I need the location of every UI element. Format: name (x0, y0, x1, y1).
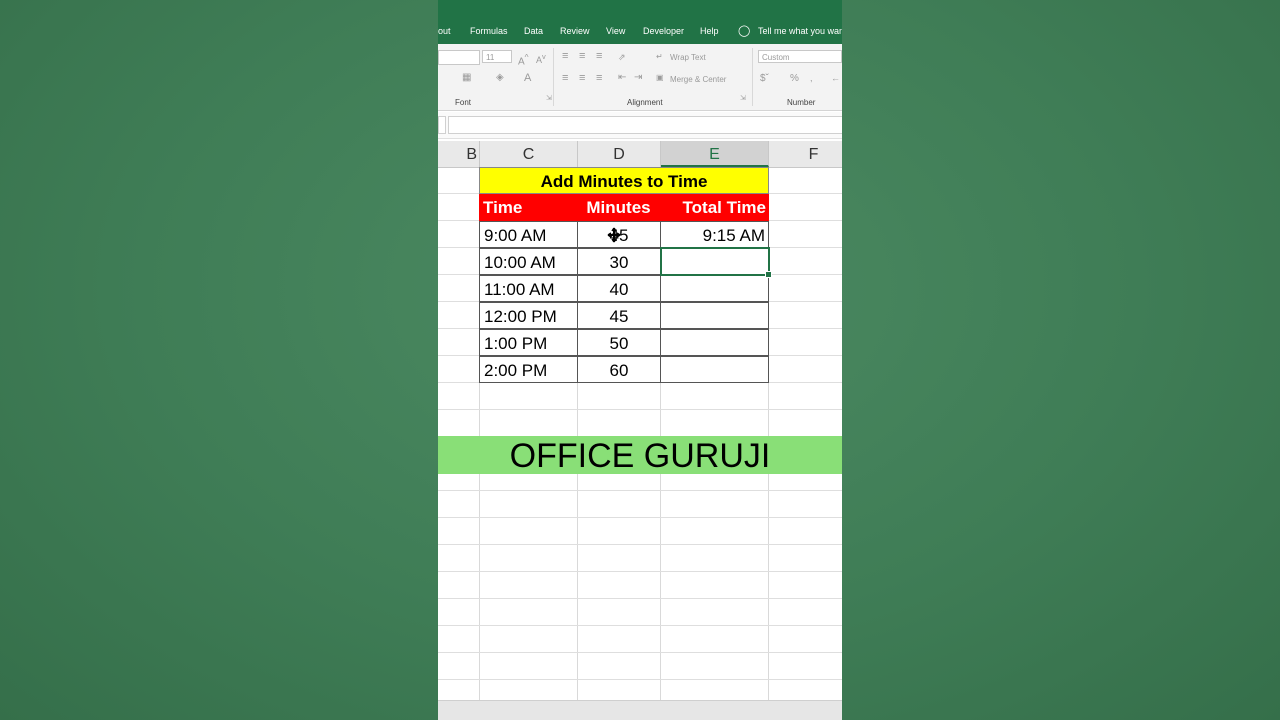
gridline (438, 517, 842, 518)
column-header-c[interactable]: C (480, 141, 578, 167)
increase-indent-icon[interactable]: ⇥ (634, 72, 642, 83)
table-cell-total[interactable] (660, 275, 769, 302)
gridline (438, 679, 842, 680)
column-header-b[interactable]: B (438, 141, 480, 167)
number-format-dropdown[interactable]: Custom (758, 50, 842, 63)
font-size-dropdown[interactable]: 11 (482, 50, 512, 63)
table-cell-time[interactable]: 9:00 AM (479, 221, 578, 248)
table-cell-total[interactable]: 9:15 AM (660, 221, 769, 248)
percent-style-icon[interactable]: % (790, 73, 799, 84)
table-cell-total[interactable] (660, 356, 769, 383)
fill-handle[interactable] (765, 271, 772, 278)
borders-icon[interactable]: ▦ (462, 72, 471, 83)
table-cell-time[interactable]: 2:00 PM (479, 356, 578, 383)
column-header-e[interactable]: E (661, 141, 769, 167)
align-middle-icon[interactable]: ≡ (579, 50, 585, 62)
header-total-time[interactable]: Total Time (660, 194, 769, 221)
move-cursor-icon (607, 227, 621, 243)
align-left-icon[interactable]: ≡ (562, 72, 568, 84)
column-header-d[interactable]: D (578, 141, 661, 167)
fill-color-icon[interactable]: ◈ (496, 72, 504, 83)
excel-window: out Formulas Data Review View Developer … (438, 0, 842, 720)
tell-me-search[interactable]: Tell me what you want (758, 26, 842, 36)
alignment-dialog-launcher-icon[interactable]: ⇲ (740, 94, 746, 102)
column-header-f[interactable]: F (769, 141, 842, 167)
table-cell-minutes[interactable]: 45 (577, 302, 661, 329)
table-cell-time[interactable]: 1:00 PM (479, 329, 578, 356)
tab-page-layout[interactable]: out (438, 26, 451, 36)
divider (553, 48, 554, 106)
alignment-group-label: Alignment (627, 98, 663, 107)
decrease-indent-icon[interactable]: ⇤ (618, 72, 626, 83)
divider (752, 48, 753, 106)
accounting-format-icon[interactable]: $ˇ (760, 73, 769, 84)
formula-bar (438, 112, 842, 139)
font-dialog-launcher-icon[interactable]: ⇲ (546, 94, 552, 102)
table-cell-time[interactable]: 11:00 AM (479, 275, 578, 302)
merge-icon[interactable]: ▣ (656, 73, 664, 82)
font-group-label: Font (455, 98, 472, 107)
table-cell-minutes[interactable]: 40 (577, 275, 661, 302)
gridline (438, 625, 842, 626)
font-color-icon[interactable]: A (524, 72, 531, 84)
align-center-icon[interactable]: ≡ (579, 72, 585, 84)
align-right-icon[interactable]: ≡ (596, 72, 602, 84)
formula-input[interactable] (448, 116, 842, 134)
tab-review[interactable]: Review (560, 26, 590, 36)
table-cell-minutes[interactable]: 60 (577, 356, 661, 383)
table-cell-minutes[interactable]: 30 (577, 248, 661, 275)
increase-decimal-icon[interactable]: ← (831, 73, 840, 83)
align-top-icon[interactable]: ≡ (562, 50, 568, 62)
orientation-icon[interactable]: ⇗ (618, 52, 626, 63)
tab-help[interactable]: Help (700, 26, 719, 36)
table-cell-time[interactable]: 12:00 PM (479, 302, 578, 329)
table-cell-total[interactable] (660, 329, 769, 356)
tab-view[interactable]: View (606, 26, 625, 36)
number-group-label: Number (787, 98, 816, 107)
wrap-text-icon[interactable]: ↵ (656, 52, 663, 61)
increase-font-icon[interactable]: A^ (518, 52, 529, 67)
watermark-banner: OFFICE GURUJI (438, 436, 842, 475)
horizontal-scrollbar[interactable] (438, 700, 842, 720)
merge-center-button[interactable]: Merge & Center (670, 75, 726, 84)
table-title[interactable]: Add Minutes to Time (479, 167, 769, 194)
gridline (438, 652, 842, 653)
tab-formulas[interactable]: Formulas (470, 26, 508, 36)
font-name-dropdown[interactable] (438, 50, 480, 65)
tab-data[interactable]: Data (524, 26, 543, 36)
gridline (438, 409, 842, 410)
name-box[interactable] (438, 116, 446, 134)
gridline (438, 598, 842, 599)
gridline (438, 544, 842, 545)
active-cell-selection[interactable] (660, 247, 772, 278)
lightbulb-icon: ◯ (738, 25, 751, 37)
gridline (438, 571, 842, 572)
comma-style-icon[interactable]: , (810, 73, 813, 83)
worksheet-grid[interactable]: Add Minutes to Time Time Minutes Total T… (438, 167, 842, 700)
decrease-font-icon[interactable]: Av (536, 52, 546, 65)
table-cell-total[interactable] (660, 302, 769, 329)
wrap-text-button[interactable]: Wrap Text (670, 53, 706, 62)
table-cell-time[interactable]: 10:00 AM (479, 248, 578, 275)
header-time[interactable]: Time (479, 194, 577, 221)
ribbon-tab-bar: out Formulas Data Review View Developer … (438, 0, 842, 44)
gridline (438, 490, 842, 491)
column-header-row: B C D E F (438, 141, 842, 168)
ribbon: 11 A^ Av ▦ ◈ A Font ⇲ ≡ ≡ ≡ ⇗ ↵ Wrap Tex… (438, 44, 842, 111)
header-minutes[interactable]: Minutes (577, 194, 660, 221)
align-bottom-icon[interactable]: ≡ (596, 50, 602, 62)
table-cell-minutes[interactable]: 50 (577, 329, 661, 356)
tab-developer[interactable]: Developer (643, 26, 684, 36)
